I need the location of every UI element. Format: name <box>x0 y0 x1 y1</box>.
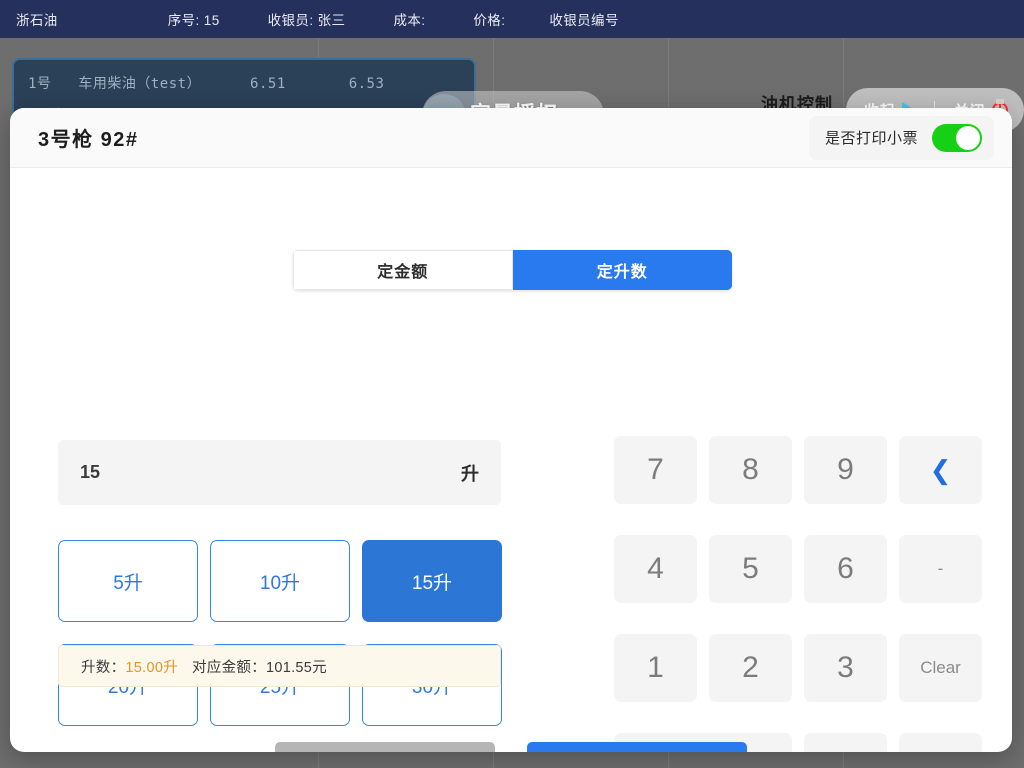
tab-fixed-amount[interactable]: 定金额 <box>293 250 513 290</box>
dialog-footer: 取 消 确 定 <box>10 742 1012 752</box>
liters-unit-label: 升 <box>461 463 479 484</box>
dialog-title: 3号枪 92# <box>38 129 139 151</box>
toggle-knob <box>956 125 980 150</box>
preset-5l[interactable]: 5升 <box>58 540 198 622</box>
pump-price-one: 6.51 <box>250 76 286 92</box>
pump-fuel-type: 车用柴油（test） <box>78 76 202 92</box>
key-1[interactable]: 1 <box>614 634 697 702</box>
preset-liters-group: 5升 10升 15升 20升 25升 30升 <box>58 540 502 726</box>
dialog-body: 定金额 定升数 15 升 5升 10升 15升 20升 25升 30升 升数： … <box>10 168 1012 752</box>
summary-amount-value: 101.55元 <box>266 659 327 676</box>
summary-banner: 升数： 15.00升 对应金额： 101.55元 <box>58 645 501 687</box>
pump-number: 1号 <box>28 76 52 92</box>
brand-label: 浙石油 <box>16 13 58 28</box>
print-receipt-label: 是否打印小票 <box>824 130 918 147</box>
key-minus[interactable]: - <box>899 535 982 603</box>
tab-fixed-liters[interactable]: 定升数 <box>512 250 732 290</box>
summary-liters-value: 15.00升 <box>125 659 178 676</box>
pump-card-row-primary: 1号 车用柴油（test） 6.51 6.53 <box>28 73 384 93</box>
key-clear[interactable]: Clear <box>899 634 982 702</box>
summary-liters-label: 升数： <box>81 659 126 676</box>
print-receipt-toggle[interactable] <box>932 123 982 152</box>
top-status-bar: 浙石油 序号: 15 收银员: 张三 成本: 价格: 收银员编号 <box>0 0 1024 38</box>
app-screen: 浙石油 序号: 15 收银员: 张三 成本: 价格: 收银员编号 1号 车用柴油… <box>0 0 1024 768</box>
pump-price-two: 6.53 <box>348 76 385 92</box>
confirm-button[interactable]: 确 定 <box>527 742 747 752</box>
liters-input-field[interactable]: 15 升 <box>58 440 501 505</box>
cancel-button[interactable]: 取 消 <box>275 742 495 752</box>
key-6[interactable]: 6 <box>804 535 887 603</box>
key-3[interactable]: 3 <box>804 634 887 702</box>
serial-label: 序号: 15 <box>167 13 220 28</box>
liters-input-value[interactable]: 15 <box>80 462 100 483</box>
backspace-icon[interactable]: ❮ <box>899 436 982 504</box>
price-label: 价格: <box>473 13 506 28</box>
print-receipt-control[interactable]: 是否打印小票 <box>808 115 994 160</box>
numeric-keypad: 7 8 9 ❮ 4 5 6 - 1 2 3 Clear 0 · Enter <box>614 436 982 752</box>
preset-15l[interactable]: 15升 <box>362 540 502 622</box>
key-4[interactable]: 4 <box>614 535 697 603</box>
quantitative-auth-dialog: 3号枪 92# 是否打印小票 定金额 定升数 15 升 5升 10升 15升 2… <box>10 108 1012 752</box>
preset-10l[interactable]: 10升 <box>210 540 350 622</box>
cost-label: 成本: <box>393 13 426 28</box>
dialog-header: 3号枪 92# 是否打印小票 <box>10 108 1012 168</box>
key-7[interactable]: 7 <box>614 436 697 504</box>
key-2[interactable]: 2 <box>709 634 792 702</box>
key-8[interactable]: 8 <box>709 436 792 504</box>
key-5[interactable]: 5 <box>709 535 792 603</box>
key-9[interactable]: 9 <box>804 436 887 504</box>
mode-tabs: 定金额 定升数 <box>293 250 732 290</box>
cashier-number-label: 收银员编号 <box>549 13 619 28</box>
cashier-label: 收银员: 张三 <box>267 13 346 28</box>
summary-amount-label: 对应金额： <box>192 659 266 676</box>
